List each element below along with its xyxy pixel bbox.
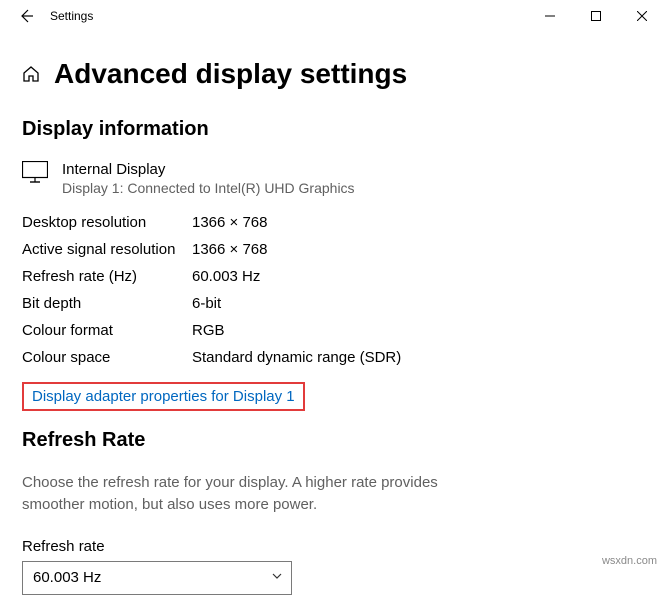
refresh-rate-description: Choose the refresh rate for your display… <box>22 472 492 516</box>
info-value: 60.003 Hz <box>192 268 260 285</box>
content-area: Advanced display settings Display inform… <box>0 32 665 595</box>
refresh-rate-dropdown[interactable]: 60.003 Hz <box>22 561 292 595</box>
page-title: Advanced display settings <box>54 58 407 90</box>
info-row: Refresh rate (Hz)60.003 Hz <box>22 268 643 285</box>
info-value: RGB <box>192 322 225 339</box>
display-info-heading: Display information <box>22 118 643 141</box>
titlebar: Settings <box>0 0 665 32</box>
window-controls <box>527 0 665 32</box>
info-value: 6-bit <box>192 295 221 312</box>
display-name: Internal Display <box>62 161 355 178</box>
chevron-down-icon <box>271 570 283 585</box>
home-icon[interactable] <box>22 65 40 83</box>
minimize-button[interactable] <box>527 0 573 32</box>
info-label: Refresh rate (Hz) <box>22 268 192 285</box>
display-subtext: Display 1: Connected to Intel(R) UHD Gra… <box>62 180 355 196</box>
info-value: Standard dynamic range (SDR) <box>192 349 401 366</box>
close-button[interactable] <box>619 0 665 32</box>
maximize-icon <box>591 11 601 21</box>
info-row: Colour formatRGB <box>22 322 643 339</box>
refresh-rate-selected-value: 60.003 Hz <box>33 569 101 586</box>
monitor-icon <box>22 161 48 183</box>
refresh-rate-section: Refresh Rate Choose the refresh rate for… <box>22 429 643 595</box>
app-title: Settings <box>50 9 93 23</box>
close-icon <box>637 11 647 21</box>
info-row: Bit depth6-bit <box>22 295 643 312</box>
page-heading-row: Advanced display settings <box>22 58 643 90</box>
minimize-icon <box>545 11 555 21</box>
info-row: Active signal resolution1366 × 768 <box>22 241 643 258</box>
info-label: Desktop resolution <box>22 214 192 231</box>
info-label: Active signal resolution <box>22 241 192 258</box>
info-row: Desktop resolution1366 × 768 <box>22 214 643 231</box>
info-label: Colour space <box>22 349 192 366</box>
watermark: wsxdn.com <box>602 555 657 567</box>
maximize-button[interactable] <box>573 0 619 32</box>
info-row: Colour spaceStandard dynamic range (SDR) <box>22 349 643 366</box>
info-value: 1366 × 768 <box>192 214 268 231</box>
refresh-rate-heading: Refresh Rate <box>22 429 643 452</box>
arrow-left-icon <box>18 8 34 24</box>
info-label: Bit depth <box>22 295 192 312</box>
display-adapter-properties-link[interactable]: Display adapter properties for Display 1 <box>22 382 305 411</box>
display-info-table: Desktop resolution1366 × 768 Active sign… <box>22 214 643 366</box>
display-identity: Internal Display Display 1: Connected to… <box>22 161 643 196</box>
info-value: 1366 × 768 <box>192 241 268 258</box>
back-button[interactable] <box>6 0 46 32</box>
refresh-rate-label: Refresh rate <box>22 538 643 555</box>
info-label: Colour format <box>22 322 192 339</box>
